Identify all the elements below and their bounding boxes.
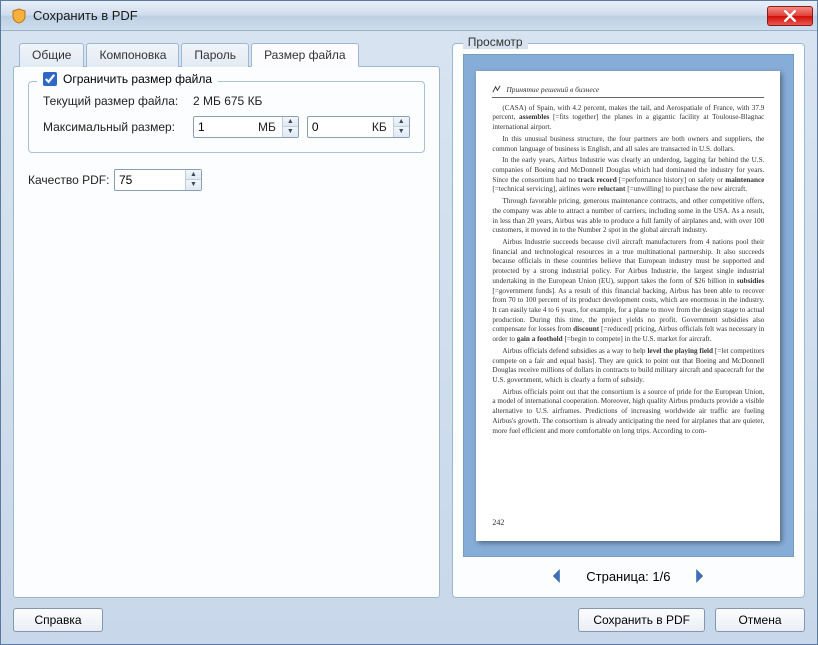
kb-down-button[interactable]: ▼ <box>394 127 409 137</box>
current-size-label: Текущий размер файла: <box>43 94 193 108</box>
preview-page: Принятие решений в бизнесе (CASA) of Spa… <box>476 71 780 541</box>
pager-text: Страница: 1/6 <box>586 569 670 584</box>
tab-common[interactable]: Общие <box>19 43 84 67</box>
main-columns: Общие Компоновка Пароль Размер файла Огр… <box>13 43 805 598</box>
cancel-button[interactable]: Отмена <box>715 608 805 632</box>
page-text: Airbus officials defend subsidies as a w… <box>492 347 764 386</box>
max-size-row: Максимальный размер: МБ ▲ ▼ <box>43 116 410 138</box>
kb-unit: КБ <box>370 120 393 134</box>
preview-canvas: Принятие решений в бизнесе (CASA) of Spa… <box>463 54 794 557</box>
limit-checkbox[interactable] <box>43 72 57 86</box>
page-text: Through favorable pricing, generous main… <box>492 197 764 236</box>
close-button[interactable] <box>767 6 813 26</box>
dialog-body: Общие Компоновка Пароль Размер файла Огр… <box>1 31 817 644</box>
help-button[interactable]: Справка <box>13 608 103 632</box>
kb-up-button[interactable]: ▲ <box>394 117 409 127</box>
page-header: Принятие решений в бизнесе <box>492 85 764 98</box>
pager: Страница: 1/6 <box>463 565 794 587</box>
mb-spinner: ▲ ▼ <box>282 117 298 137</box>
tab-layout[interactable]: Компоновка <box>86 43 179 67</box>
preview-title: Просмотр <box>463 35 528 49</box>
mb-down-button[interactable]: ▼ <box>283 127 298 137</box>
window-title: Сохранить в PDF <box>33 8 767 23</box>
chevron-right-icon <box>692 569 706 583</box>
mb-up-button[interactable]: ▲ <box>283 117 298 127</box>
limit-checkbox-label: Ограничить размер файла <box>63 72 212 86</box>
app-icon <box>11 8 27 24</box>
page-text: (CASA) of Spain, with 4.2 percent, makes… <box>492 104 764 133</box>
current-size-row: Текущий размер файла: 2 МБ 675 КБ <box>43 94 410 108</box>
button-row: Справка Сохранить в PDF Отмена <box>13 608 805 632</box>
title-bar: Сохранить в PDF <box>1 1 817 31</box>
preview-column: Просмотр Принятие решений в бизнесе (CAS… <box>452 43 805 598</box>
tab-filesize[interactable]: Размер файла <box>251 43 359 67</box>
settings-column: Общие Компоновка Пароль Размер файла Огр… <box>13 43 440 598</box>
quality-input[interactable] <box>115 170 185 190</box>
close-icon <box>784 10 796 22</box>
quality-row: Качество PDF: ▲ ▼ <box>28 169 425 191</box>
pager-value: 1/6 <box>652 569 670 584</box>
filesize-panel: Ограничить размер файла Текущий размер ф… <box>13 66 440 598</box>
next-page-button[interactable] <box>688 565 710 587</box>
quality-spinner: ▲ ▼ <box>185 170 201 190</box>
kb-spinner: ▲ ▼ <box>393 117 409 137</box>
chevron-left-icon <box>550 569 564 583</box>
page-text: In this unusual business structure, the … <box>492 135 764 154</box>
kb-input[interactable] <box>308 117 370 137</box>
quality-up-button[interactable]: ▲ <box>186 170 201 180</box>
current-size-value: 2 МБ 675 КБ <box>193 94 262 108</box>
limit-legend: Ограничить размер файла <box>37 72 218 86</box>
page-header-text: Принятие решений в бизнесе <box>506 85 599 95</box>
save-button[interactable]: Сохранить в PDF <box>578 608 705 632</box>
quality-label: Качество PDF: <box>28 173 114 187</box>
page-number: 242 <box>492 518 504 529</box>
page-text: Airbus Industrie succeeds because civil … <box>492 238 764 345</box>
tab-password[interactable]: Пароль <box>181 43 249 67</box>
dialog-window: Сохранить в PDF Общие Компоновка Пароль … <box>0 0 818 645</box>
prev-page-button[interactable] <box>546 565 568 587</box>
preview-group: Просмотр Принятие решений в бизнесе (CAS… <box>452 43 805 598</box>
quality-spinbox[interactable]: ▲ ▼ <box>114 169 202 191</box>
kb-spinbox[interactable]: КБ ▲ ▼ <box>307 116 410 138</box>
mb-input[interactable] <box>194 117 256 137</box>
quality-down-button[interactable]: ▼ <box>186 180 201 190</box>
pager-label: Страница: <box>586 569 649 584</box>
tab-bar: Общие Компоновка Пароль Размер файла <box>13 43 440 67</box>
page-text: In the early years, Airbus Industrie was… <box>492 156 764 195</box>
mb-unit: МБ <box>256 120 282 134</box>
mb-spinbox[interactable]: МБ ▲ ▼ <box>193 116 299 138</box>
page-text: Airbus officials point out that the cons… <box>492 388 764 437</box>
max-size-label: Максимальный размер: <box>43 120 193 134</box>
limit-fieldset: Ограничить размер файла Текущий размер ф… <box>28 81 425 153</box>
